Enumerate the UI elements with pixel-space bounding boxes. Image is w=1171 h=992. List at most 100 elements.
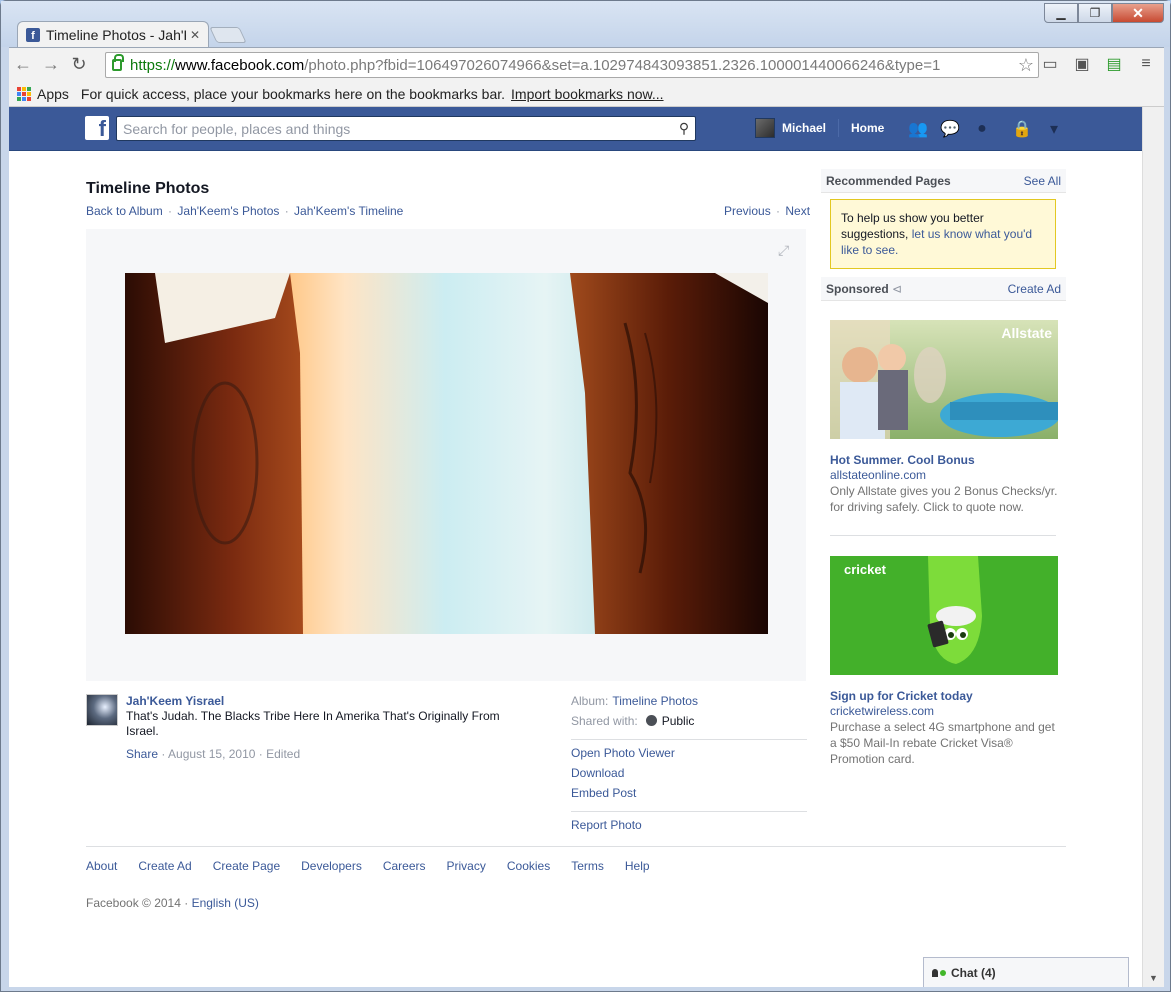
address-bar[interactable]: https:// www.facebook.com /photo.php?fbi… [105, 52, 1039, 78]
menu-icon[interactable]: ≡ [1135, 54, 1157, 74]
footer-divider [86, 846, 1066, 847]
footer-careers-link[interactable]: Careers [383, 859, 426, 873]
import-bookmarks-link[interactable]: Import bookmarks now... [511, 86, 664, 102]
back-button[interactable]: ← [9, 54, 37, 75]
back-to-album-link[interactable]: Back to Album [86, 204, 163, 218]
account-dropdown-icon[interactable]: ▾ [1043, 119, 1065, 139]
photo-caption: That's Judah. The Blacks Tribe Here In A… [126, 709, 500, 738]
breadcrumb: Back to Album · Jah'Keem's Photos · Jah'… [86, 204, 404, 218]
cast-icon[interactable]: ▭ [1039, 54, 1061, 74]
bookmark-star-icon[interactable]: ☆ [1018, 55, 1034, 76]
nav-divider [838, 119, 840, 137]
language-link[interactable]: English (US) [192, 896, 259, 910]
user-timeline-link[interactable]: Jah'Keem's Timeline [294, 204, 403, 218]
user-name-link[interactable]: Michael [782, 121, 826, 135]
url-path: /photo.php?fbid=106497026074966&set=a.10… [304, 56, 941, 74]
create-ad-link[interactable]: Create Ad [1008, 282, 1061, 296]
facebook-logo-icon[interactable]: f [85, 116, 109, 140]
footer-privacy-link[interactable]: Privacy [447, 859, 486, 873]
forward-button[interactable]: → [37, 54, 65, 75]
title-bar: f Timeline Photos - Jah'Keem ✕ ▁ ❐ ✕ [1, 1, 1170, 47]
bookmarks-hint: For quick access, place your bookmarks h… [80, 85, 506, 102]
minimize-button[interactable]: ▁ [1044, 3, 1078, 23]
sponsored-header: Sponsored ⊲ Create Ad [821, 277, 1066, 301]
close-window-button[interactable]: ✕ [1112, 3, 1164, 23]
home-link[interactable]: Home [851, 121, 884, 135]
photo-date[interactable]: August 15, 2010 [168, 747, 255, 761]
page-scrollbar[interactable]: ▼ [1142, 107, 1164, 987]
search-box: ⚲ [116, 116, 696, 141]
footer-links: About Create Ad Create Page Developers C… [86, 859, 671, 873]
ad-body: Purchase a select 4G smartphone and get … [830, 720, 1055, 766]
footer-cookies-link[interactable]: Cookies [507, 859, 550, 873]
ad-title[interactable]: Hot Summer. Cool Bonus [830, 453, 1058, 467]
edited-label[interactable]: Edited [266, 747, 300, 761]
photo-pager: Previous · Next [724, 204, 811, 218]
see-all-link[interactable]: See All [1024, 174, 1061, 188]
user-photos-link[interactable]: Jah'Keem's Photos [177, 204, 279, 218]
apps-link[interactable]: Apps [37, 86, 69, 102]
embed-post-link[interactable]: Embed Post [571, 786, 807, 806]
ad-image[interactable]: cricket [830, 556, 1058, 675]
avatar[interactable] [755, 118, 775, 138]
footer-about-link[interactable]: About [86, 859, 117, 873]
footer-create-ad-link[interactable]: Create Ad [138, 859, 191, 873]
facebook-favicon-icon: f [26, 27, 40, 42]
footer-developers-link[interactable]: Developers [301, 859, 362, 873]
photo-image[interactable] [125, 273, 768, 634]
ad-host[interactable]: cricketwireless.com [830, 704, 1058, 718]
apps-grid-icon[interactable] [17, 86, 31, 101]
scroll-down-icon[interactable]: ▼ [1149, 973, 1158, 983]
next-link[interactable]: Next [785, 204, 810, 218]
ad-host[interactable]: allstateonline.com [830, 468, 1058, 482]
report-photo-link[interactable]: Report Photo [571, 818, 807, 838]
chat-label: Chat (4) [951, 965, 996, 980]
privacy-shortcuts-icon[interactable]: 🔒 [1011, 119, 1033, 139]
search-input[interactable] [123, 120, 673, 137]
ad-cricket[interactable]: cricket Sign up for Cricket today cricke… [830, 556, 1058, 767]
maximize-button[interactable]: ❐ [1078, 3, 1112, 23]
window-controls: ▁ ❐ ✕ [1044, 3, 1164, 23]
share-link[interactable]: Share [126, 747, 158, 761]
extension-window-icon[interactable]: ▣ [1071, 54, 1093, 74]
url-scheme: https:// [130, 56, 176, 74]
tab-close-icon[interactable]: ✕ [190, 28, 200, 42]
ad-image[interactable]: Allstate [830, 320, 1058, 439]
notifications-globe-icon[interactable]: ● [971, 119, 993, 139]
footer-terms-link[interactable]: Terms [571, 859, 604, 873]
chat-bar[interactable]: Chat (4) [923, 957, 1129, 987]
online-status-icon [940, 969, 946, 976]
footer-help-link[interactable]: Help [625, 859, 650, 873]
friend-requests-icon[interactable]: 👥 [907, 119, 929, 139]
ad-allstate[interactable]: Allstate Hot Summer. Cool Bonus allstate… [830, 320, 1058, 536]
user-nav: Michael Home [755, 118, 884, 138]
print-extension-icon[interactable]: ▤ [1103, 54, 1125, 74]
messages-icon[interactable]: 💬 [939, 119, 961, 139]
browser-window: f Timeline Photos - Jah'Keem ✕ ▁ ❐ ✕ ← →… [0, 0, 1171, 992]
notification-icons: 👥 💬 ● 🔒 ▾ [907, 119, 1075, 139]
right-column: Recommended Pages See All To help us sho… [821, 169, 1066, 767]
author-name-link[interactable]: Jah'Keem Yisrael [126, 694, 224, 708]
privacy-value[interactable]: Public [662, 714, 695, 728]
reload-button[interactable]: ↻ [65, 54, 93, 75]
photo-graphic [125, 273, 768, 634]
divider [571, 811, 807, 812]
photo-details: Album: Timeline Photos Shared with: Public… [571, 694, 807, 838]
search-icon[interactable]: ⚲ [673, 120, 695, 137]
divider [571, 739, 807, 740]
open-photo-viewer-link[interactable]: Open Photo Viewer [571, 746, 807, 766]
photo-stage: ⤢ [86, 229, 806, 681]
page-title: Timeline Photos [86, 180, 210, 197]
album-link[interactable]: Timeline Photos [608, 694, 698, 708]
ad-title[interactable]: Sign up for Cricket today [830, 689, 1058, 703]
album-label: Album: [571, 694, 609, 708]
expand-icon[interactable]: ⤢ [778, 243, 792, 257]
previous-link[interactable]: Previous [724, 204, 771, 218]
footer-create-page-link[interactable]: Create Page [213, 859, 280, 873]
new-tab-button[interactable] [209, 27, 247, 43]
browser-toolbar: ← → ↻ https:// www.facebook.com /photo.p… [9, 47, 1164, 81]
browser-tab[interactable]: f Timeline Photos - Jah'Keem ✕ [17, 21, 209, 47]
author-avatar[interactable] [86, 694, 118, 726]
download-link[interactable]: Download [571, 766, 807, 786]
lock-icon [112, 54, 124, 71]
